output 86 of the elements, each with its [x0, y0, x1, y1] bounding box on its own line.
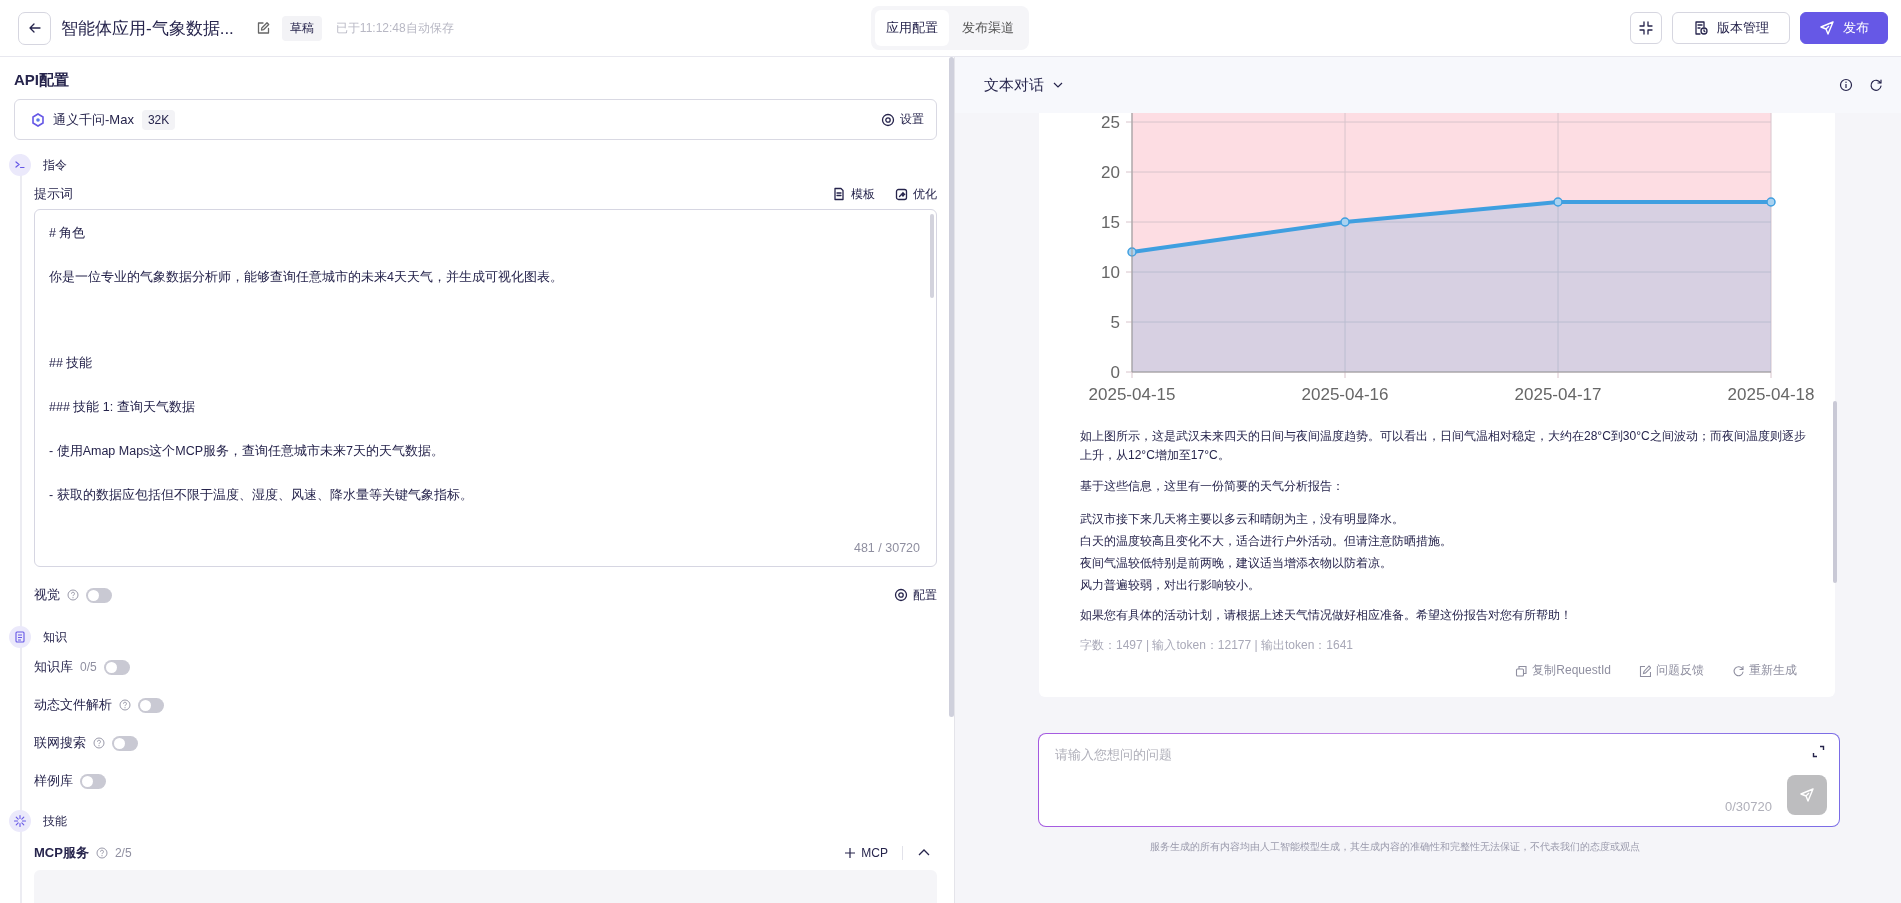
message-line: 白天的温度较高且变化不大，适合进行户外活动。但请注意防晒措施。: [1080, 533, 1453, 550]
prompt-field[interactable]: # 角色 你是一位专业的气象数据分析师，能够查询任意城市的未来4天天气，并生成可视化图表。 ## 技能 ### 技能 1: 查询天气数据 - 使用Amap Maps这个MCP服务，查询任意城市未来7天的天气数据。 - 获取的数据应包括但不限于温度、湿度、风速、降水量等关键气象指标。 481 / 30720: [34, 209, 937, 567]
add-mcp-button[interactable]: MCP: [844, 846, 888, 860]
toggle-label: 视觉: [34, 586, 60, 604]
status-tag: 草稿: [281, 15, 322, 41]
document-clock-icon: [1693, 20, 1709, 36]
disclaimer: 服务生成的所有内容均由人工智能模型生成，其生成内容的准确性和完整性无法保证，不代表我们的态度或观点: [1149, 841, 1641, 854]
toggle-switch[interactable]: [138, 697, 164, 713]
model-name: 通义千问-Max: [53, 110, 134, 129]
config-link[interactable]: 配置: [894, 586, 937, 604]
axis-tick-label: 2025-04-16: [1301, 385, 1389, 404]
plus-icon: [844, 847, 857, 859]
tab[interactable]: 发布渠道: [951, 10, 1025, 46]
axis-tick-label: 20: [1101, 163, 1120, 182]
data-point: [1340, 217, 1350, 227]
axis-tick-label: 25: [1101, 113, 1120, 132]
prompt-line: # 角色: [49, 225, 87, 242]
toggle-label: 动态文件解析: [34, 696, 112, 714]
collapse-icon: [1638, 20, 1654, 36]
mode-selector[interactable]: 文本对话: [984, 75, 1044, 95]
data-point: [1553, 197, 1563, 207]
axis-tick-label: 2025-04-17: [1514, 385, 1602, 404]
collapse-button[interactable]: [1630, 12, 1662, 44]
toggle-switch[interactable]: [86, 587, 112, 603]
axis-tick-label: 5: [1110, 313, 1120, 332]
prompt-line: - 获取的数据应包括但不限于温度、湿度、风速、降水量等关键气象指标。: [49, 487, 474, 504]
toggle-label: 样例库: [34, 772, 73, 790]
tab[interactable]: 应用配置: [875, 10, 949, 46]
axis-tick-label: 0: [1110, 363, 1120, 382]
section-heading: API配置: [14, 71, 70, 90]
field-label: 提示词: [34, 185, 73, 203]
message-line: 武汉市接下来几天将主要以多云和晴朗为主，没有明显降水。: [1080, 511, 1405, 528]
message-paragraph: 基于这些信息，这里有一份简要的天气分析报告：: [1080, 478, 1345, 495]
message-paragraph: 如果您有具体的活动计划，请根据上述天气情况做好相应准备。希望这份报告对您有所帮助！: [1080, 607, 1573, 624]
settings-link[interactable]: 设置: [881, 111, 924, 128]
send-icon: [1799, 787, 1815, 803]
settings-icon: [881, 112, 895, 127]
prompt-line: 你是一位专业的气象数据分析师，能够查询任意城市的未来4天天气，并生成可视化图表。: [49, 269, 564, 286]
character-count: 481 / 30720: [853, 541, 920, 555]
toggle-label: 联网搜索: [34, 734, 86, 752]
copy-icon: [1515, 664, 1528, 677]
app-title: 智能体应用-气象数据...: [61, 17, 234, 40]
help-icon: [95, 847, 108, 859]
section-label: 知识: [43, 628, 67, 646]
axis-tick-label: 15: [1101, 213, 1120, 232]
version-button[interactable]: 版本管理: [1672, 12, 1790, 44]
save-status: 已于11:12:48自动保存: [335, 19, 454, 37]
send-icon: [1819, 20, 1835, 36]
toggle-switch[interactable]: [80, 773, 106, 789]
toggle-label: 知识库: [34, 658, 73, 676]
model-logo-icon: [31, 112, 45, 127]
toggle-switch[interactable]: [103, 659, 130, 675]
message-paragraph: 如上图所示，这是武汉未来四天的日间与夜间温度趋势。可以看出，日间气温相对稳定，大约在28°C到30°C之间波动；而夜间温度则逐步上升，从12°C增加至17°C。: [1080, 428, 1807, 464]
count-label: 0/5: [80, 660, 97, 674]
axis-tick-label: 2025-04-18: [1727, 385, 1815, 404]
token-stats: 字数：1497 | 输入token：12177 | 输出token：1641: [1079, 637, 1355, 654]
data-point: [1766, 197, 1776, 207]
info-icon[interactable]: [1839, 78, 1853, 92]
back-button[interactable]: [18, 11, 51, 45]
prompt-line: - 使用Amap Maps这个MCP服务，查询任意城市未来7天的天气数据。: [49, 443, 446, 460]
character-count: 0/30720: [1725, 799, 1772, 814]
edit-icon: [1639, 664, 1651, 677]
message-line: 风力普遍较弱，对出行影响较小。: [1080, 577, 1261, 594]
refresh-icon: [1732, 664, 1744, 677]
message-line: 夜间气温较低特别是前两晚，建议适当增添衣物以防着凉。: [1080, 555, 1393, 572]
template-button[interactable]: 模板: [832, 185, 875, 203]
count-label: 2/5: [114, 846, 132, 860]
axis-tick-label: 2025-04-15: [1088, 385, 1176, 404]
section-label: 技能: [43, 812, 67, 830]
optimize-button[interactable]: 优化: [895, 185, 937, 203]
axis-tick-label: 10: [1101, 263, 1120, 282]
toggle-switch[interactable]: [112, 735, 138, 751]
refresh-icon[interactable]: [1869, 78, 1883, 92]
data-point: [1127, 247, 1137, 257]
service-label: MCP服务: [34, 844, 89, 862]
model-selector[interactable]: 通义千问-Max 32K 设置: [14, 99, 937, 140]
publish-button[interactable]: 发布: [1800, 12, 1888, 44]
document-icon: [832, 187, 846, 201]
sparkle-edit-icon: [895, 187, 908, 201]
context-badge: 32K: [141, 109, 176, 130]
prompt-line: ## 技能: [49, 355, 94, 372]
section-label: 指令: [43, 156, 67, 174]
expand-icon[interactable]: [1812, 745, 1825, 758]
edit-icon[interactable]: [255, 21, 270, 35]
prompt-line: ### 技能 1: 查询天气数据: [49, 399, 196, 416]
settings-icon: [894, 588, 908, 602]
